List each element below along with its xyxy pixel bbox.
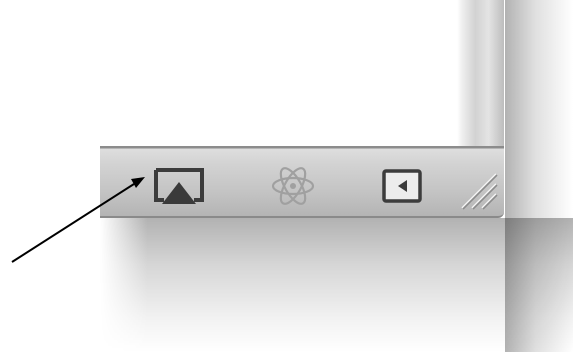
window-shadow-bottom	[100, 218, 573, 352]
atom-button[interactable]	[270, 161, 316, 211]
resize-grip-icon	[461, 173, 498, 210]
window-content-area	[0, 0, 452, 148]
back-arrow-box-icon	[382, 169, 422, 203]
back-box-button[interactable]	[378, 164, 426, 210]
resize-grip[interactable]	[456, 168, 500, 212]
atom-icon	[271, 167, 315, 205]
bottom-toolbar	[100, 146, 504, 218]
window-right-edge	[452, 0, 504, 148]
airplay-button[interactable]	[150, 164, 208, 210]
airplay-icon	[154, 168, 204, 204]
screenshot-stage	[0, 0, 573, 352]
